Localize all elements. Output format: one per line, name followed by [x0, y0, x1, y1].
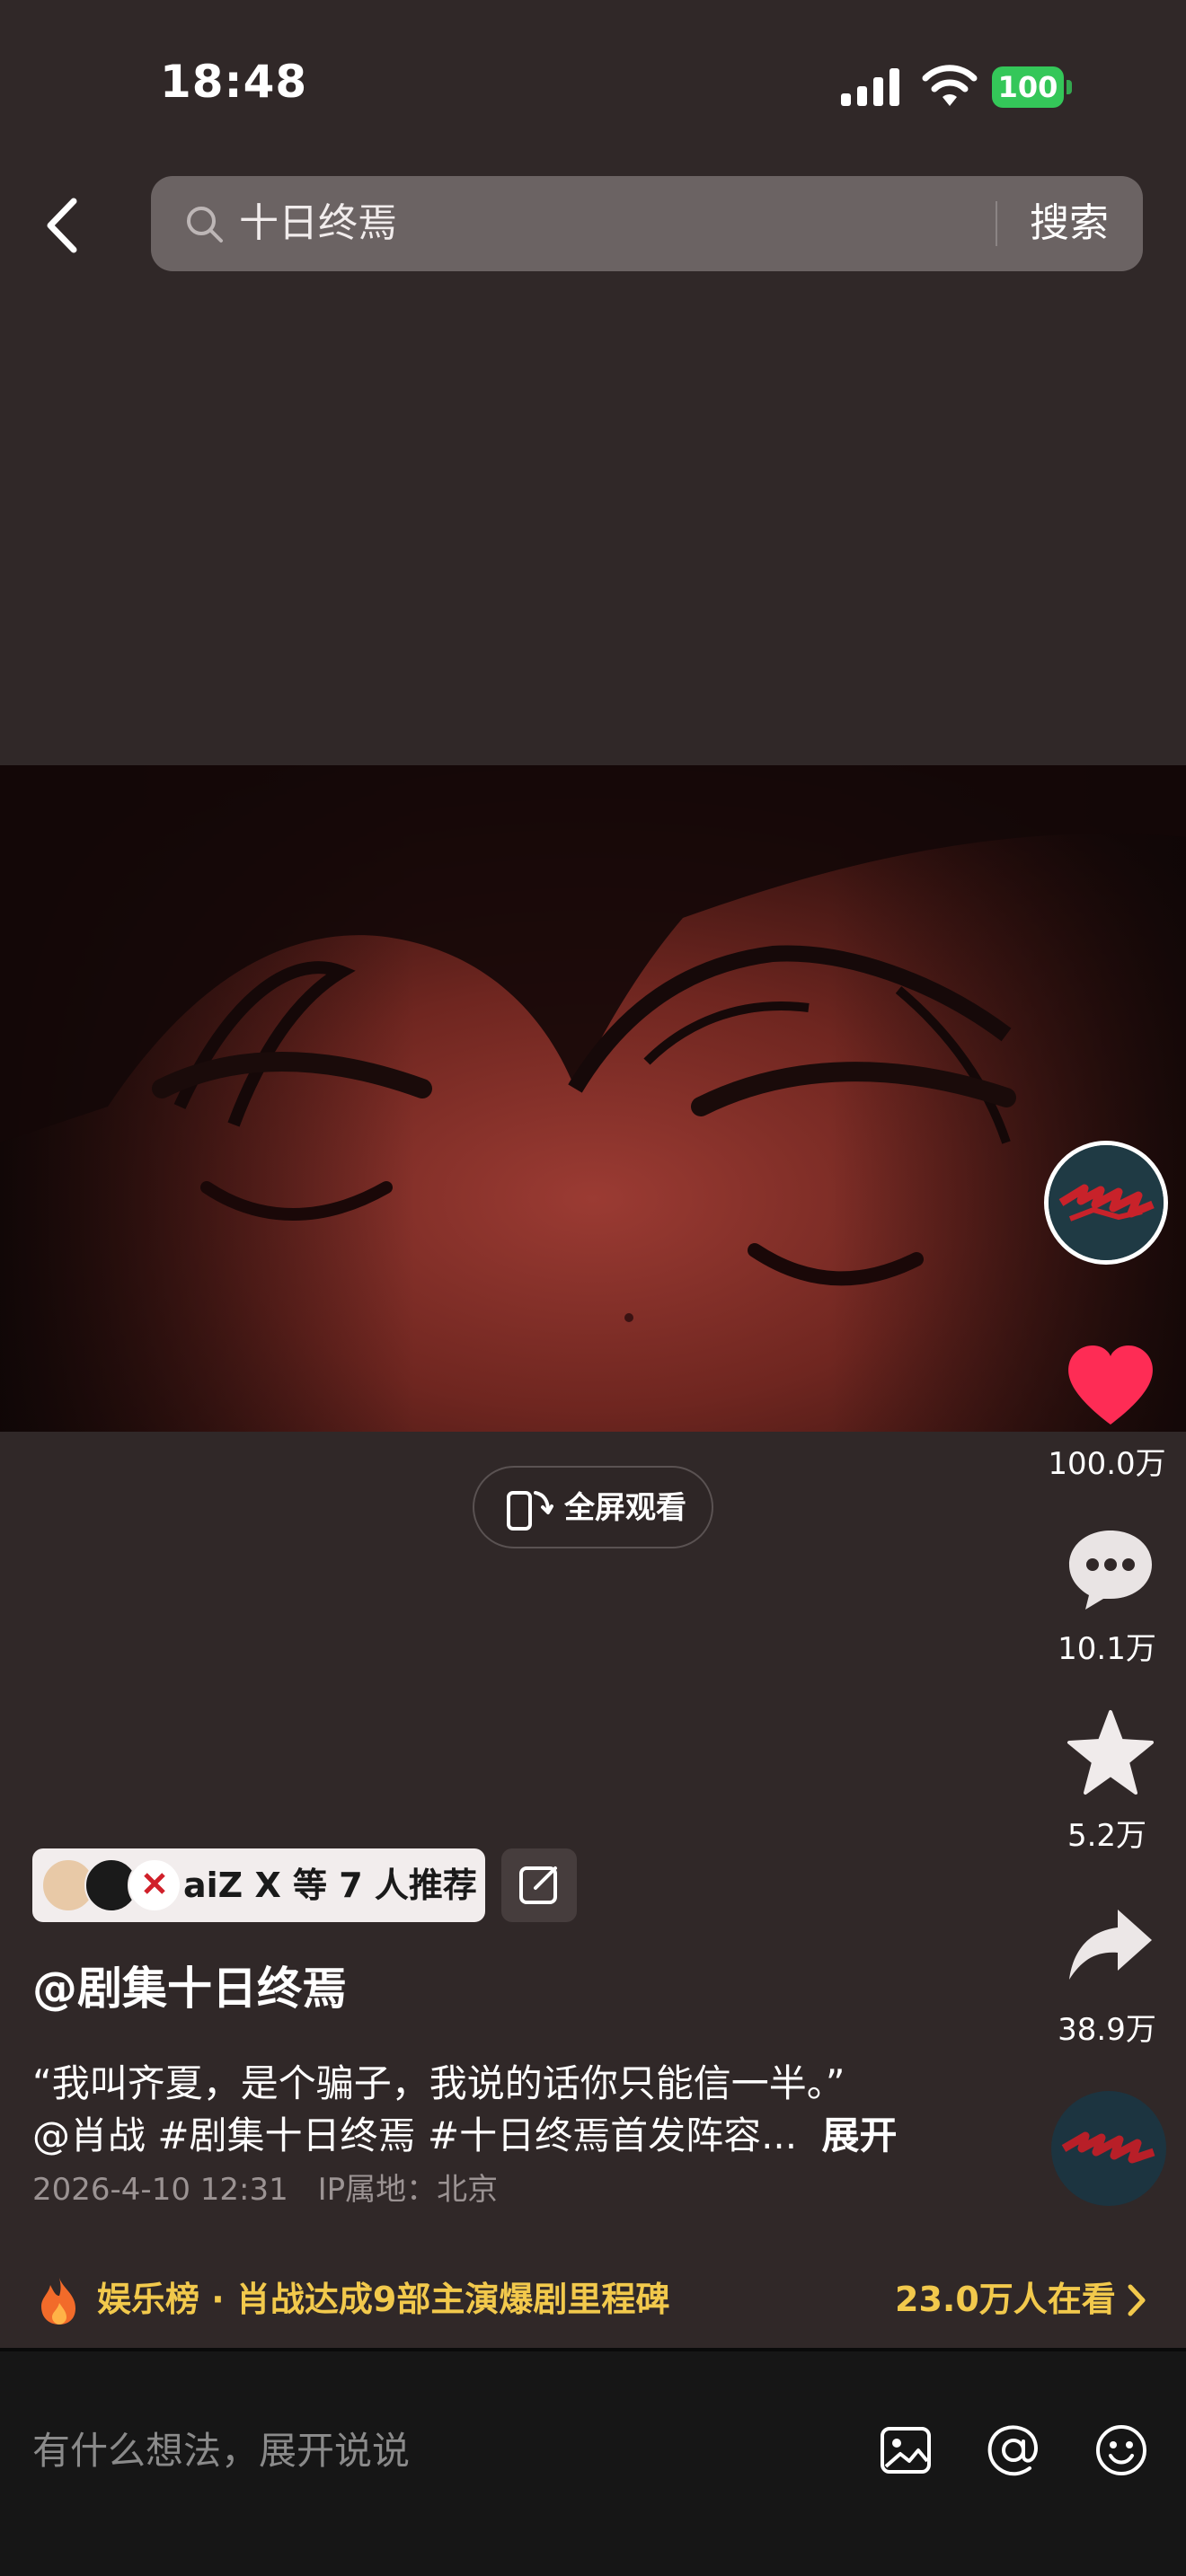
search-icon [187, 207, 223, 243]
battery-level: 100 [992, 66, 1064, 108]
post-tags[interactable]: @肖战 #剧集十日终焉 #十日终焉首发阵容... [32, 2113, 797, 2157]
battery-icon: 100 [992, 66, 1073, 108]
edit-icon [519, 1866, 557, 1904]
search-button[interactable]: 搜索 [1030, 196, 1109, 251]
wifi-icon [922, 65, 978, 106]
video-player[interactable] [0, 765, 1186, 1432]
share-count: 38.9万 [1058, 2012, 1156, 2048]
emoji-icon[interactable] [1093, 2422, 1150, 2479]
music-disc-icon[interactable] [1049, 2089, 1168, 2208]
post-author[interactable]: @剧集十日终焉 [32, 1953, 347, 2017]
back-arrow-icon[interactable] [40, 196, 86, 255]
edit-button[interactable] [501, 1848, 577, 1922]
trending-bar[interactable]: 娱乐榜 · 肖战达成9部主演爆剧里程碑 23.0万人在看 [0, 2253, 1186, 2348]
recommender-avatar [128, 1858, 181, 1912]
recommend-pill[interactable]: aiZ X 等 7 人推荐 [32, 1848, 485, 1922]
post-date: 2026-4-10 12:31 [32, 2172, 288, 2208]
trending-viewers: 23.0万人在看 [895, 2280, 1116, 2319]
status-time: 18:48 [160, 56, 308, 108]
image-icon[interactable] [877, 2422, 934, 2479]
comment-bubble-icon[interactable] [1064, 1523, 1157, 1613]
fullscreen-button[interactable]: 全屏观看 [473, 1466, 713, 1548]
search-divider [996, 201, 997, 246]
fire-icon [41, 2278, 75, 2325]
favorite-count: 5.2万 [1067, 1818, 1147, 1854]
fullscreen-label: 全屏观看 [564, 1490, 686, 1526]
mention-at-icon[interactable] [985, 2422, 1042, 2479]
creator-avatar[interactable] [1044, 1141, 1168, 1265]
favorite-star-icon[interactable] [1064, 1708, 1157, 1798]
search-bar[interactable]: 十日终焉 搜索 [151, 176, 1143, 271]
rotate-phone-icon [507, 1491, 553, 1531]
post-meta: 2026-4-10 12:31 IP属地：北京 [32, 2165, 498, 2209]
post-caption-line-2: @肖战 #剧集十日终焉 #十日终焉首发阵容... 展开 [32, 2105, 898, 2160]
post-caption-line-1: “我叫齐夏，是个骗子，我说的话你只能信一半。” [32, 2061, 845, 2105]
comment-count: 10.1万 [1058, 1631, 1156, 1667]
like-heart-icon[interactable] [1064, 1340, 1157, 1430]
chevron-right-icon [1128, 2284, 1146, 2316]
expand-link[interactable]: 展开 [822, 2113, 898, 2157]
like-count: 100.0万 [1048, 1446, 1166, 1482]
search-input[interactable]: 十日终焉 [239, 196, 397, 251]
recommend-text: aiZ X 等 7 人推荐 [183, 1866, 477, 1905]
share-arrow-icon[interactable] [1064, 1901, 1157, 1990]
comment-input[interactable]: 有什么想法，展开说说 [32, 2423, 410, 2479]
trending-title: 娱乐榜 · 肖战达成9部主演爆剧里程碑 [97, 2280, 670, 2319]
post-ip-location: IP属地：北京 [317, 2172, 499, 2208]
comment-bar: 有什么想法，展开说说 [0, 2348, 1186, 2576]
cellular-signal-icon [841, 68, 899, 106]
drama-logo-icon [1049, 1145, 1164, 1260]
